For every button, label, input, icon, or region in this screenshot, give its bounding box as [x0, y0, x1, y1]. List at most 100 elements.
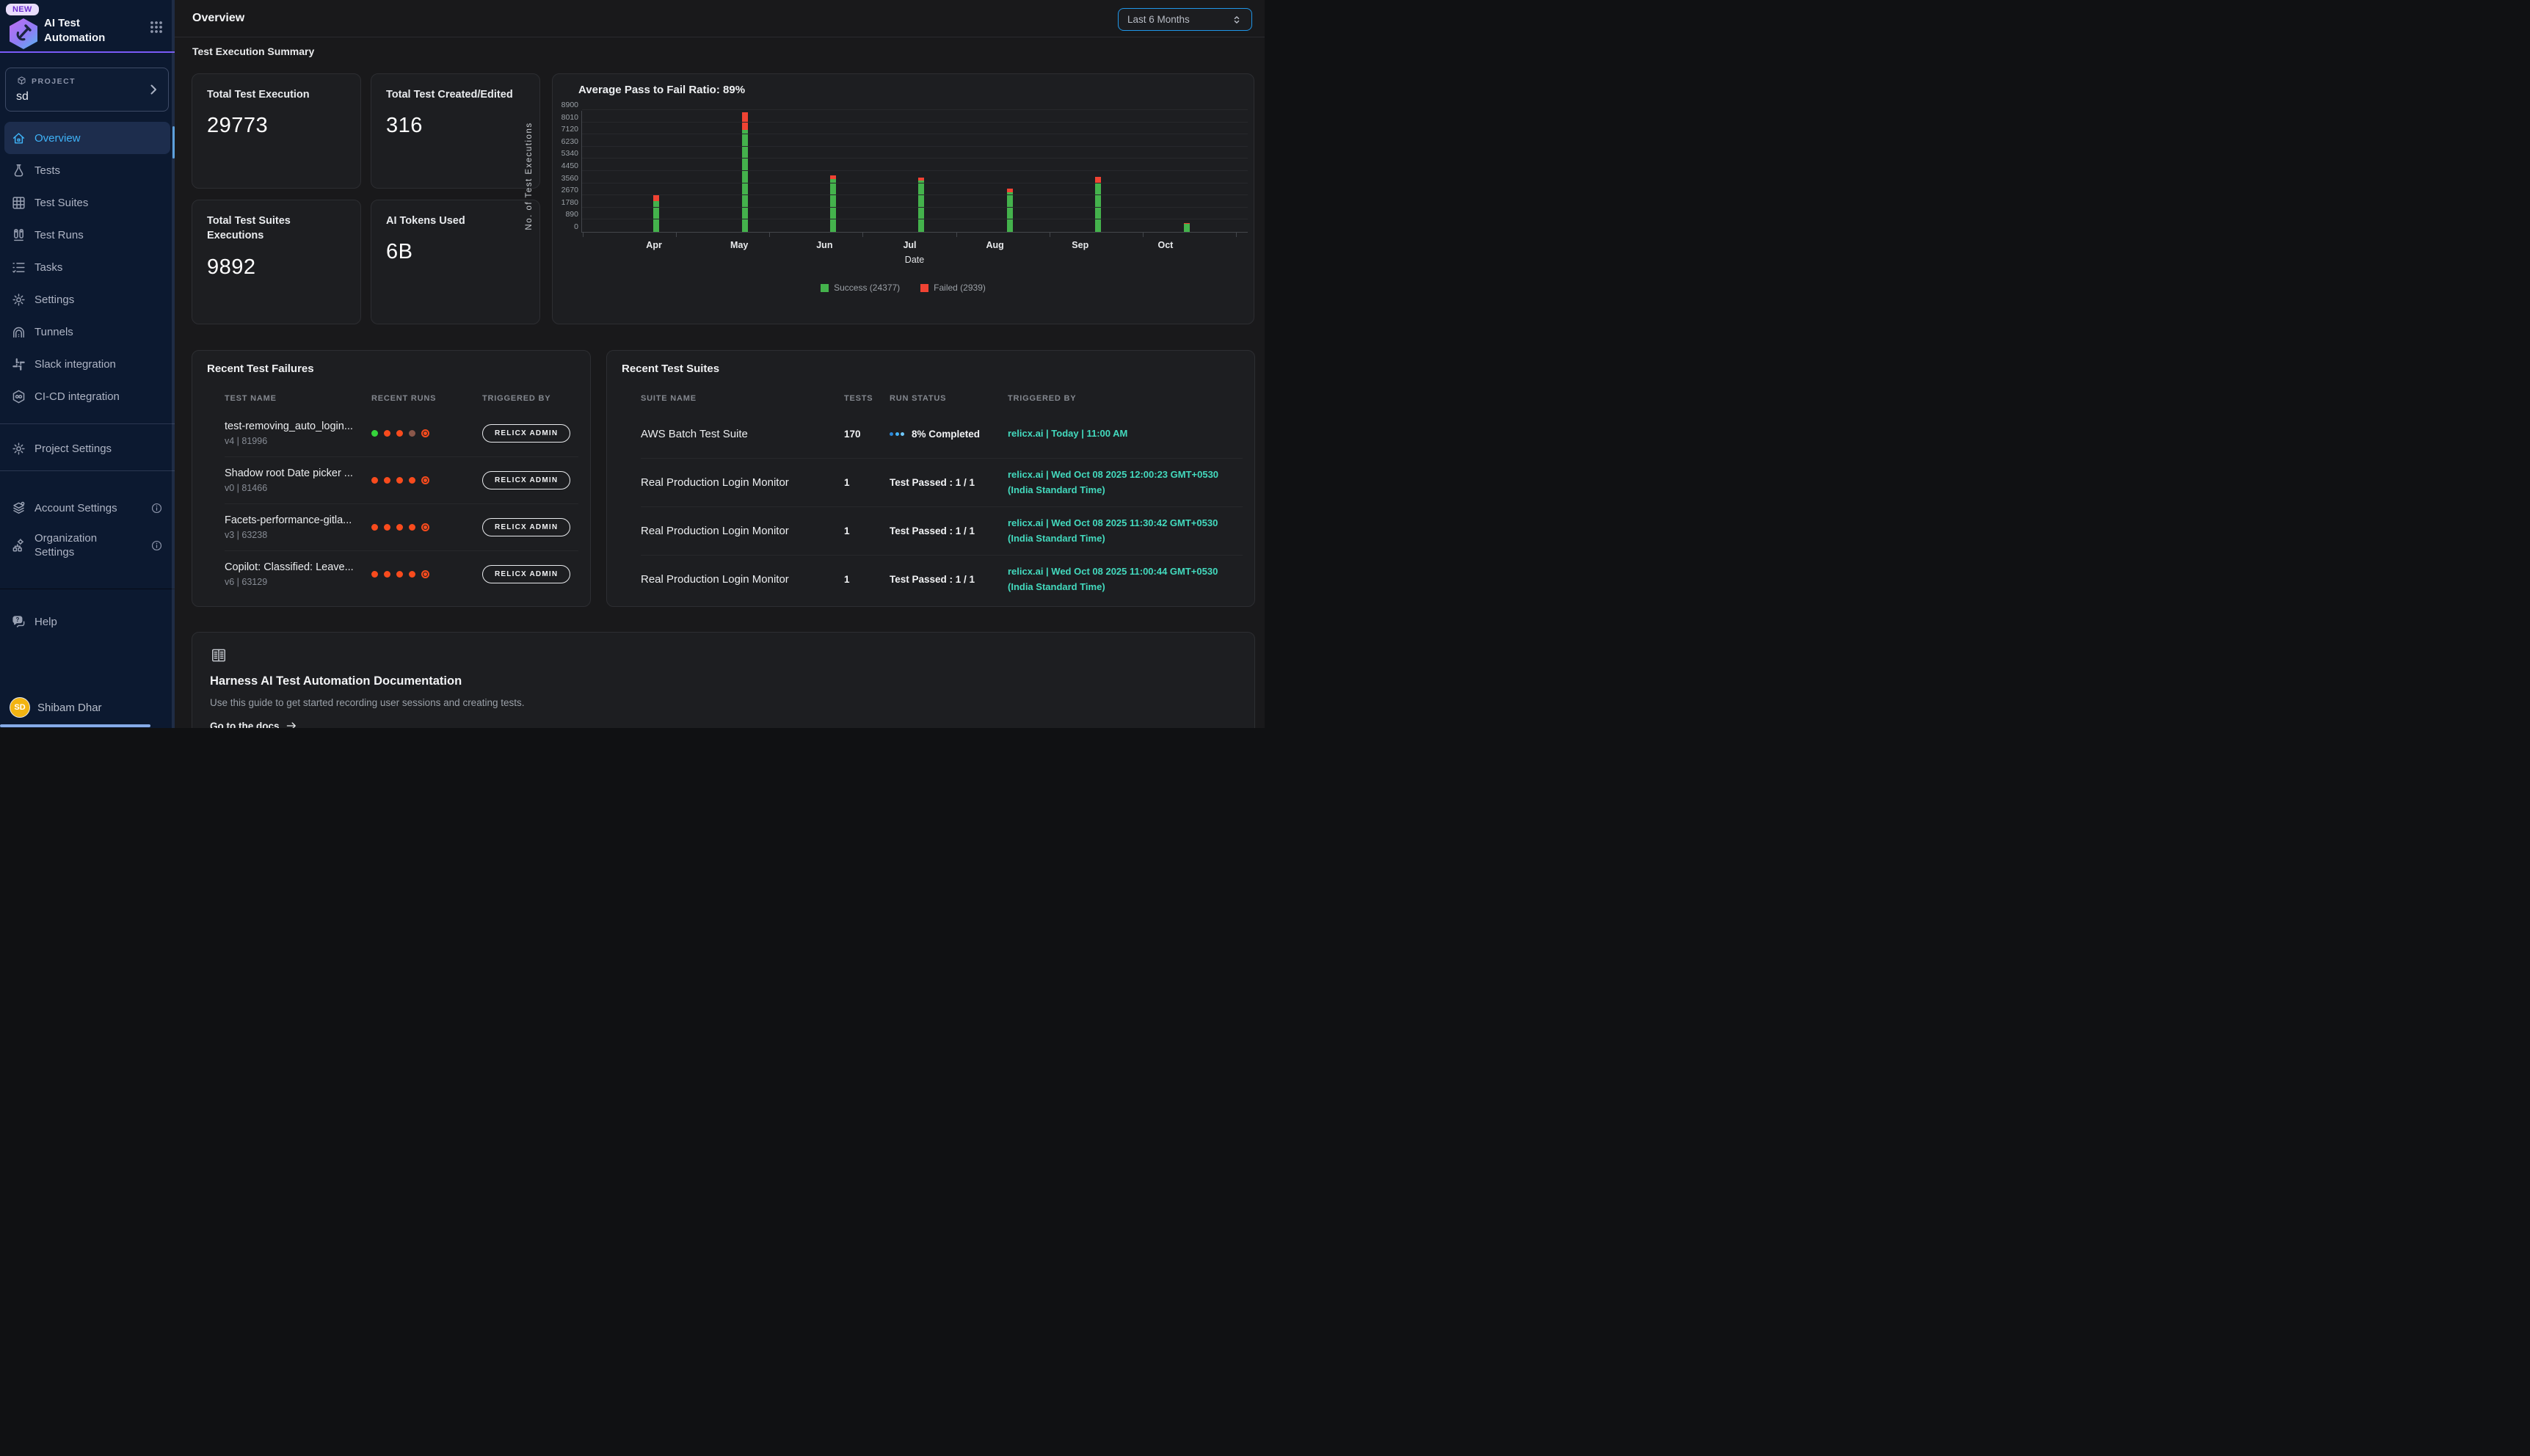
chart-gridline	[582, 122, 1248, 123]
project-selector[interactable]: PROJECT sd	[5, 68, 169, 112]
test-name: Shadow root Date picker ...	[225, 467, 371, 479]
sidebar-nav-project: Project Settings	[0, 432, 175, 465]
sidebar-item-label: Test Suites	[34, 197, 88, 209]
sidebar-item-label: Project Settings	[34, 443, 112, 455]
sidebar-item-test-suites[interactable]: Test Suites	[0, 186, 175, 219]
triggered-by-link[interactable]: relicx.ai | Wed Oct 08 2025 12:00:23 GMT…	[1008, 467, 1243, 497]
triggered-by-button[interactable]: RELICX ADMIN	[482, 424, 570, 443]
docs-heading: Harness AI Test Automation Documentation	[210, 674, 1237, 688]
docs-link[interactable]: Go to the docs	[210, 720, 1237, 728]
info-icon[interactable]	[150, 539, 163, 552]
recent-runs	[371, 523, 482, 531]
triggered-by-button[interactable]: RELICX ADMIN	[482, 518, 570, 536]
chart-gridline	[582, 170, 1248, 171]
apps-grid-icon[interactable]	[148, 19, 164, 39]
run-dot-red	[384, 571, 390, 578]
stat-value: 9892	[207, 255, 346, 280]
sidebar-header: NEW AI Test Automation	[0, 0, 175, 53]
failure-row[interactable]: Shadow root Date picker ...v0 | 81466REL…	[225, 456, 578, 503]
app-root: NEW AI Test Automation PRO	[0, 0, 1265, 728]
run-dot-red	[371, 524, 378, 531]
info-icon[interactable]	[150, 502, 163, 514]
run-dot-red	[396, 477, 403, 484]
sidebar-item-label: Slack integration	[34, 358, 116, 371]
col-triggered-by: TRIGGERED BY	[1008, 394, 1243, 403]
triggered-by-link[interactable]: relicx.ai | Wed Oct 08 2025 11:30:42 GMT…	[1008, 516, 1243, 545]
bar-failed-segment	[653, 195, 659, 201]
chart-x-label: May	[697, 240, 782, 250]
suite-row[interactable]: AWS Batch Test Suite1708% Completedrelic…	[641, 410, 1243, 458]
chart-bar-sep	[1054, 111, 1142, 232]
suite-tests-count: 1	[844, 525, 890, 536]
arrow-right-icon	[286, 720, 297, 728]
sidebar-item-overview[interactable]: Overview	[4, 122, 170, 154]
cicd-icon	[11, 389, 26, 404]
main-content: Overview Last 6 Months Test Execution Su…	[175, 0, 1265, 728]
failure-row[interactable]: test-removing_auto_login...v4 | 81996REL…	[225, 410, 578, 456]
chart-y-tick: 0	[542, 222, 578, 231]
sidebar-item-label: Settings	[34, 294, 74, 306]
chart-y-tick: 1780	[542, 198, 578, 207]
sidebar-item-organization-settings[interactable]: Organization Settings	[0, 524, 175, 567]
help-label: Help	[34, 616, 57, 628]
sidebar-item-label: Tests	[34, 164, 60, 177]
col-triggered-by: TRIGGERED BY	[482, 394, 578, 403]
suite-row[interactable]: Real Production Login Monitor1Test Passe…	[641, 458, 1243, 506]
failure-row[interactable]: Facets-performance-gitla...v3 | 63238REL…	[225, 503, 578, 550]
chart-bar-jul	[877, 111, 965, 232]
run-dot-green	[371, 430, 378, 437]
chart-bar-oct	[1143, 111, 1231, 232]
triggered-by-link[interactable]: relicx.ai | Today | 11:00 AM	[1008, 426, 1243, 441]
sidebar-horizontal-scrollbar[interactable]	[0, 724, 150, 727]
chart-x-axis-label: Date	[581, 255, 1248, 265]
sidebar-item-label: Tasks	[34, 261, 62, 274]
chart-y-tick: 6230	[542, 137, 578, 146]
recent-runs	[371, 570, 482, 578]
run-dot-red	[371, 571, 378, 578]
date-range-select[interactable]: Last 6 Months	[1118, 8, 1252, 31]
sidebar-item-account-settings[interactable]: Account Settings	[0, 492, 175, 524]
suite-name: Real Production Login Monitor	[641, 476, 844, 489]
suite-tests-count: 170	[844, 429, 890, 440]
sidebar-item-help[interactable]: ? Help	[0, 605, 175, 638]
user-menu[interactable]: SD Shibam Dhar	[0, 697, 175, 718]
run-dot-red	[396, 524, 403, 531]
sidebar-item-tasks[interactable]: Tasks	[0, 251, 175, 283]
triggered-by-button[interactable]: RELICX ADMIN	[482, 471, 570, 489]
date-range-value: Last 6 Months	[1127, 14, 1231, 25]
sidebar-item-ci-cd-integration[interactable]: CI-CD integration	[0, 380, 175, 412]
chart-plot-area: 0890178026703560445053406230712080108900	[581, 111, 1248, 233]
failure-row[interactable]: Copilot: Classified: Leave...v6 | 63129R…	[225, 550, 578, 597]
suite-row[interactable]: Real Production Login Monitor1Test Passe…	[641, 506, 1243, 555]
cube-icon	[16, 76, 27, 87]
stat-title: Total Test Created/Edited	[386, 87, 525, 102]
sidebar-item-tests[interactable]: Tests	[0, 154, 175, 186]
chart-x-label: Oct	[1123, 240, 1208, 250]
sidebar-item-tunnels[interactable]: Tunnels	[0, 316, 175, 348]
chart-y-tick: 7120	[542, 125, 578, 134]
triggered-by-button[interactable]: RELICX ADMIN	[482, 565, 570, 583]
stat-value: 316	[386, 114, 525, 138]
chart-gridline	[582, 194, 1248, 195]
grid-icon	[11, 195, 26, 211]
docs-description: Use this guide to get started recording …	[210, 697, 1237, 708]
recent-test-suites-card: Recent Test Suites SUITE NAME TESTS RUN …	[606, 350, 1255, 607]
test-version-id: v3 | 63238	[225, 530, 371, 540]
chart-y-axis-label: No. of Test Executions	[525, 103, 534, 250]
run-dot-red	[384, 430, 390, 437]
slack-icon	[11, 357, 26, 372]
sidebar-item-slack-integration[interactable]: Slack integration	[0, 348, 175, 380]
recent-runs	[371, 476, 482, 484]
sidebar-item-test-runs[interactable]: Test Runs	[0, 219, 175, 251]
chart-x-label: Jul	[867, 240, 952, 250]
bar-success-segment	[830, 179, 836, 232]
failures-title: Recent Test Failures	[207, 363, 314, 375]
suites-table-header: SUITE NAME TESTS RUN STATUS TRIGGERED BY	[641, 387, 1243, 410]
chart-title: Average Pass to Fail Ratio: 89%	[578, 84, 745, 96]
triggered-by-link[interactable]: relicx.ai | Wed Oct 08 2025 11:00:44 GMT…	[1008, 564, 1243, 594]
suite-row[interactable]: Real Production Login Monitor1Test Passe…	[641, 555, 1243, 603]
sidebar-item-project-settings[interactable]: Project Settings	[0, 432, 175, 465]
sidebar-item-settings[interactable]: Settings	[0, 283, 175, 316]
sidebar-nav: Overview Tests Test Suites Test Runs Tasks Se…	[0, 122, 175, 412]
avatar: SD	[10, 697, 30, 718]
